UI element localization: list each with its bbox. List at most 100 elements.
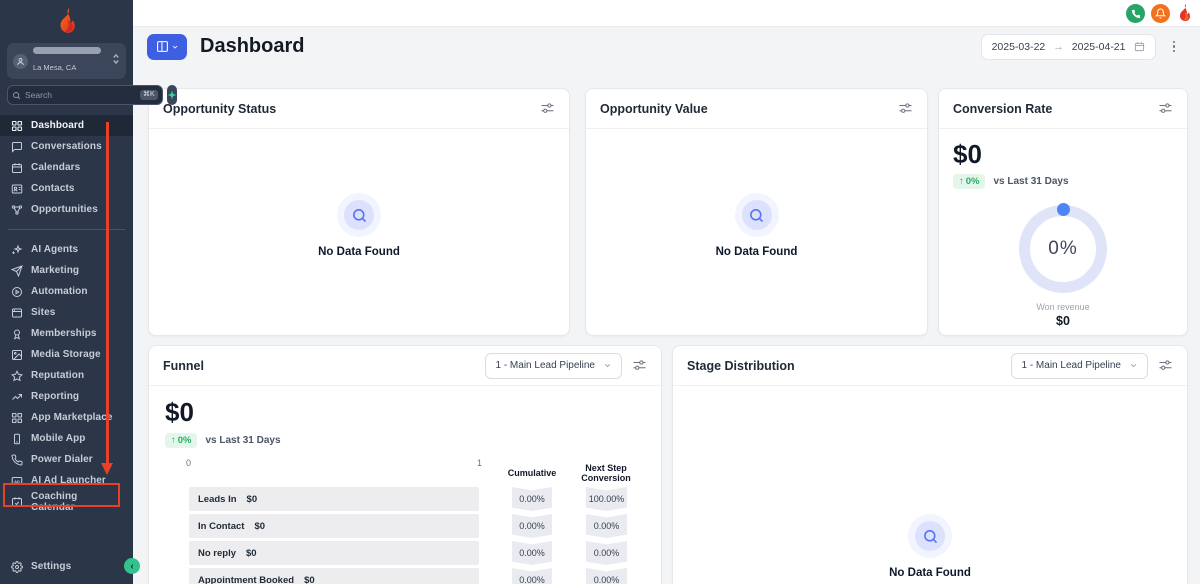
funnel-row[interactable]: Leads In $0 0.00% 100.00%	[189, 487, 661, 511]
sidebar-item-label: Opportunities	[31, 204, 98, 215]
axis-min-label: 0	[186, 458, 192, 468]
stage-distribution-card: Stage Distribution 1 - Main Lead Pipelin…	[672, 345, 1188, 584]
sidebar-item-app-marketplace[interactable]: App Marketplace	[0, 407, 133, 428]
conversion-gauge: 0%	[1019, 203, 1107, 293]
card-filter-button[interactable]	[540, 101, 555, 116]
sidebar-item-label: Calendars	[31, 162, 81, 173]
location-switcher[interactable]: La Mesa, CA	[7, 43, 126, 79]
apps-grid-icon	[10, 412, 23, 424]
no-data-search-icon	[734, 193, 779, 237]
funnel-stage-bar: In Contact $0	[189, 514, 479, 538]
sidebar-item-reporting[interactable]: Reporting	[0, 386, 133, 407]
no-data-search-icon	[337, 193, 381, 237]
card-title: Funnel	[163, 358, 204, 373]
next-step-value: 100.00%	[586, 487, 627, 511]
won-revenue-label: Won revenue	[1036, 302, 1090, 312]
empty-state-text: No Data Found	[318, 246, 400, 258]
location-city: La Mesa, CA	[33, 63, 77, 72]
sidebar-item-label: Reporting	[31, 391, 80, 402]
cumulative-value: 0.00%	[512, 487, 552, 511]
sidebar-item-label: Power Dialer	[31, 454, 93, 465]
pipeline-select[interactable]: 1 - Main Lead Pipeline	[485, 352, 622, 379]
sidebar-item-power-dialer[interactable]: Power Dialer	[0, 449, 133, 470]
sliders-icon	[633, 360, 646, 370]
pipeline-select-value: 1 - Main Lead Pipeline	[1021, 360, 1121, 371]
funnel-row[interactable]: In Contact $0 0.00% 0.00%	[189, 514, 661, 538]
date-range-arrow: →	[1053, 40, 1064, 53]
star-icon	[10, 369, 23, 382]
funnel-stage-bar: Appointment Booked $0	[189, 568, 479, 584]
sidebar-item-dashboard[interactable]: Dashboard	[0, 115, 133, 136]
page-header: Dashboard 2025-03-22 → 2025-04-21	[133, 27, 1200, 66]
axis-max-label: 1	[477, 458, 483, 468]
sidebar-item-automation[interactable]: Automation	[0, 281, 133, 302]
conversion-amount: $0	[953, 139, 982, 169]
chevron-up-down-icon	[112, 52, 120, 70]
sidebar-item-settings[interactable]: Settings	[0, 556, 133, 577]
compare-text: vs Last 31 Days	[993, 176, 1069, 187]
nodes-icon	[10, 204, 23, 216]
sidebar-menu: Dashboard Conversations Calendars Contac…	[0, 115, 133, 513]
sidebar-collapse-button[interactable]: ‹	[124, 558, 140, 574]
sliders-icon	[899, 103, 912, 113]
sidebar-item-label: Automation	[31, 286, 88, 297]
search-input[interactable]	[25, 90, 136, 100]
sidebar-item-marketing[interactable]: Marketing	[0, 260, 133, 281]
sidebar-item-opportunities[interactable]: Opportunities	[0, 199, 133, 220]
card-filter-button[interactable]	[1158, 358, 1173, 373]
dialer-phone-button[interactable]	[1126, 4, 1145, 23]
sidebar-item-memberships[interactable]: Memberships	[0, 323, 133, 344]
compare-text: vs Last 31 Days	[205, 435, 281, 446]
funnel-chart: 0 1 Cumulative Next Step Conversion Lead…	[149, 456, 661, 584]
calendar-icon	[1134, 42, 1144, 52]
sidebar-item-label: Media Storage	[31, 349, 101, 360]
sidebar-item-mobile-app[interactable]: Mobile App	[0, 428, 133, 449]
sidebar-item-media-storage[interactable]: Media Storage	[0, 344, 133, 365]
sidebar-item-sites[interactable]: Sites	[0, 302, 133, 323]
image-icon	[10, 349, 23, 361]
page-title: Dashboard	[200, 35, 305, 57]
cumulative-column-header: Cumulative	[507, 468, 557, 478]
funnel-row[interactable]: No reply $0 0.00% 0.00%	[189, 541, 661, 565]
cumulative-value: 0.00%	[512, 514, 552, 538]
date-end: 2025-04-21	[1071, 40, 1126, 53]
sidebar-item-ai-agents[interactable]: AI Agents	[0, 239, 133, 260]
award-ribbon-icon	[10, 328, 23, 340]
calendar-icon	[10, 162, 23, 174]
send-plane-icon	[10, 264, 23, 277]
card-title: Opportunity Status	[163, 101, 277, 116]
sidebar-item-calendars[interactable]: Calendars	[0, 157, 133, 178]
sidebar-item-label: Memberships	[31, 328, 97, 339]
funnel-stage-bar: No reply $0	[189, 541, 479, 565]
next-step-value: 0.00%	[586, 568, 627, 584]
sidebar-item-reputation[interactable]: Reputation	[0, 365, 133, 386]
empty-state-text: No Data Found	[889, 567, 971, 579]
card-filter-button[interactable]	[898, 101, 913, 116]
ai-assistant-button[interactable]	[166, 85, 177, 105]
brand-flame-icon	[1176, 3, 1193, 24]
opportunity-value-card: Opportunity Value No Data Found	[585, 88, 928, 336]
header-more-menu[interactable]	[1170, 38, 1179, 56]
location-name-redacted	[33, 47, 101, 54]
dashboard-switcher-button[interactable]	[147, 33, 187, 60]
sidebar-item-contacts[interactable]: Contacts	[0, 178, 133, 199]
chat-bubble-icon	[10, 141, 23, 153]
card-filter-button[interactable]	[1158, 101, 1173, 116]
next-step-value: 0.00%	[586, 541, 627, 565]
pipeline-select[interactable]: 1 - Main Lead Pipeline	[1011, 352, 1148, 379]
delta-up-icon: ↑	[171, 435, 176, 446]
date-range-picker[interactable]: 2025-03-22 → 2025-04-21	[980, 33, 1156, 60]
location-avatar-icon	[13, 53, 28, 69]
card-title: Conversion Rate	[953, 101, 1053, 116]
cumulative-value: 0.00%	[512, 541, 552, 565]
main-area: Dashboard 2025-03-22 → 2025-04-21 Opport…	[133, 0, 1200, 584]
notifications-bell-button[interactable]	[1151, 4, 1170, 23]
sparkles-icon	[10, 243, 23, 256]
sliders-icon	[1159, 360, 1172, 370]
card-title: Stage Distribution	[687, 358, 795, 373]
funnel-row[interactable]: Appointment Booked $0 0.00% 0.00%	[189, 568, 661, 584]
chevron-down-icon	[604, 364, 611, 368]
card-filter-button[interactable]	[632, 358, 647, 373]
sidebar-item-conversations[interactable]: Conversations	[0, 136, 133, 157]
search-bar[interactable]: ⌘K	[7, 85, 163, 105]
